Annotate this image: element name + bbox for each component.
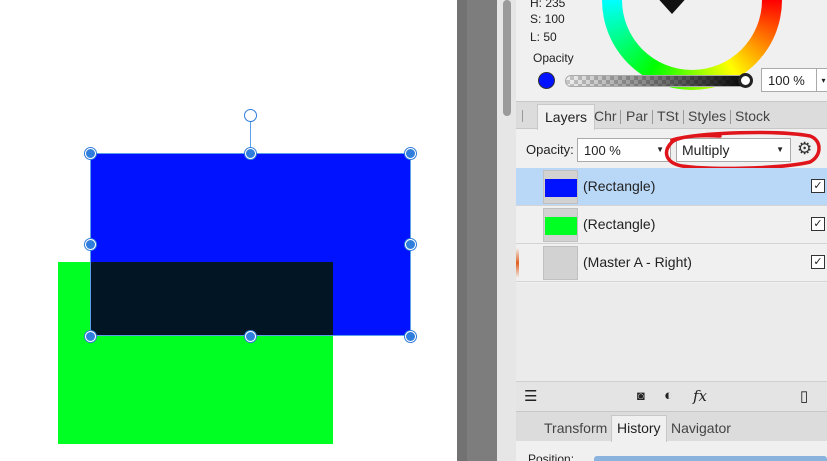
saturation-readout: S: 100 [530, 12, 565, 26]
tab-history[interactable]: History [611, 415, 667, 442]
gear-icon[interactable]: ⚙ [797, 139, 812, 159]
tab-transform[interactable]: Transform [544, 420, 607, 436]
color-opacity-field[interactable]: 100 % [761, 68, 817, 92]
master-page-indicator [516, 248, 519, 278]
panel-scrollbar-thumb[interactable] [503, 0, 511, 116]
layer-opacity-dropdown[interactable]: 100 % ▼ [577, 138, 671, 162]
layer-visibility-checkbox[interactable]: ✓ [811, 179, 825, 193]
layer-row[interactable]: (Rectangle) ✓ [516, 168, 827, 206]
tab-separator [683, 110, 684, 124]
layer-opacity-label: Opacity: [526, 142, 574, 157]
tab-chr[interactable]: Chr [594, 108, 617, 124]
layer-opacity-value: 100 % [584, 143, 621, 158]
studio-tab-bar: Layers Chr Par TSt Styles Stock [516, 101, 827, 130]
layer-name: (Master A - Right) [583, 254, 692, 270]
resize-handle-bottom-right[interactable] [405, 331, 416, 342]
hue-readout: H: 235 [530, 0, 566, 10]
resize-handle-top[interactable] [245, 148, 256, 159]
color-triangle-picker[interactable] [654, 0, 690, 14]
tab-tst[interactable]: TSt [657, 108, 679, 124]
layer-visibility-checkbox[interactable]: ✓ [811, 217, 825, 231]
layer-thumbnail [543, 246, 578, 280]
document-canvas[interactable] [0, 0, 457, 461]
layer-name: (Rectangle) [583, 178, 656, 194]
tab-separator [730, 110, 731, 124]
layer-name: (Rectangle) [583, 216, 656, 232]
layers-list-empty-area [516, 283, 827, 381]
tab-layers[interactable]: Layers [537, 104, 596, 130]
tab-separator [620, 110, 621, 124]
layer-thumbnail-fill [545, 217, 577, 235]
chevron-down-icon: ▼ [776, 145, 784, 154]
resize-handle-right[interactable] [405, 239, 416, 250]
resize-handle-top-left[interactable] [85, 148, 96, 159]
tab-styles[interactable]: Styles [688, 108, 726, 124]
resize-handle-top-right[interactable] [405, 148, 416, 159]
rotation-handle[interactable] [244, 109, 257, 122]
layer-row[interactable]: (Rectangle) ✓ [516, 206, 827, 244]
tab-stock[interactable]: Stock [735, 108, 770, 124]
position-field[interactable] [594, 456, 827, 461]
layer-visibility-checkbox[interactable]: ✓ [811, 255, 825, 269]
new-layer-icon[interactable]: ▯ [800, 387, 808, 405]
color-opacity-label: Opacity [533, 51, 574, 65]
layers-stack-icon[interactable]: ☰ [524, 387, 537, 405]
layer-row[interactable]: (Master A - Right) ✓ [516, 244, 827, 282]
layer-thumbnail [543, 208, 578, 242]
fx-icon[interactable]: fx [693, 387, 707, 405]
tab-navigator[interactable]: Navigator [671, 420, 731, 436]
resize-handle-bottom[interactable] [245, 331, 256, 342]
adjustment-icon[interactable]: ◐ [664, 387, 673, 404]
studio-panel: H: 235 S: 100 L: 50 Opacity 100 % ▾ Laye… [516, 0, 827, 461]
bottom-tab-bar: Transform History Navigator [516, 411, 827, 442]
resize-handle-bottom-left[interactable] [85, 331, 96, 342]
color-opacity-dropdown[interactable]: ▾ [817, 68, 827, 92]
tab-separator [652, 110, 653, 124]
tab-bar-grip[interactable] [522, 110, 523, 122]
current-color-swatch[interactable] [538, 72, 555, 89]
color-opacity-slider[interactable] [565, 75, 751, 87]
layers-toolbar: ☰ ◙ ◐ fx ▯ [516, 381, 827, 411]
tab-par[interactable]: Par [626, 108, 648, 124]
layer-thumbnail [543, 170, 578, 204]
blend-mode-dropdown[interactable]: Multiply ▼ [676, 138, 791, 162]
lightness-readout: L: 50 [530, 30, 557, 44]
resize-handle-left[interactable] [85, 239, 96, 250]
selection-bounding-box [90, 153, 411, 336]
chevron-down-icon: ▼ [656, 145, 664, 154]
position-label: Position: [528, 452, 575, 461]
mask-icon[interactable]: ◙ [637, 388, 645, 403]
blend-mode-value: Multiply [682, 142, 730, 158]
color-opacity-slider-knob[interactable] [738, 73, 753, 88]
pasteboard-edge [457, 0, 467, 461]
layer-thumbnail-fill [545, 179, 577, 197]
